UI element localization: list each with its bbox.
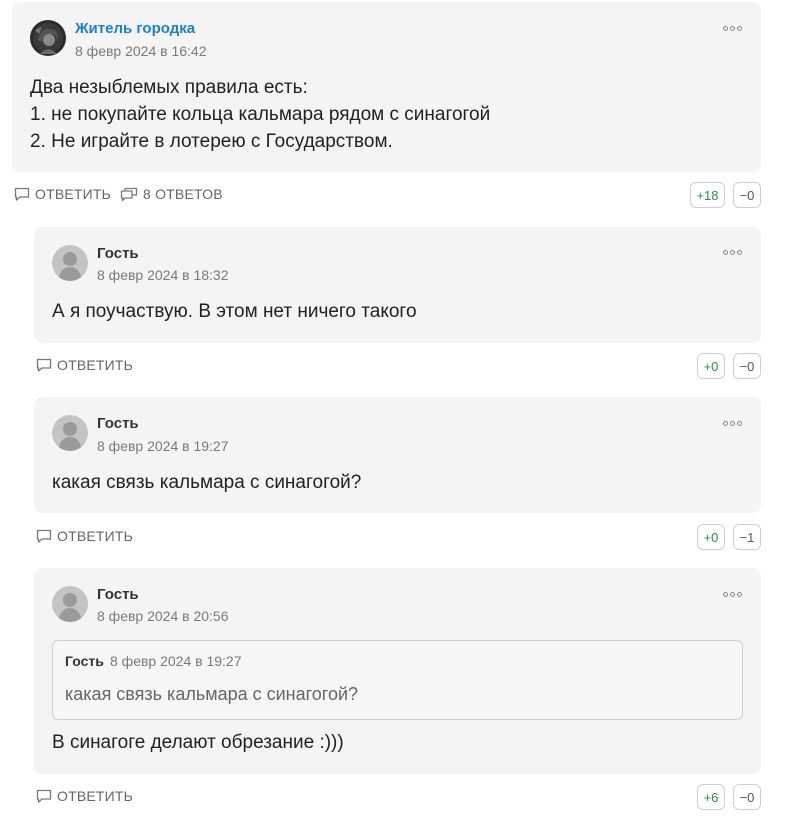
- downvote-button[interactable]: −1: [733, 524, 761, 550]
- comment-text-line: Два незыблемых правила есть:: [30, 77, 308, 98]
- downvote-button[interactable]: −0: [733, 182, 761, 208]
- speech-bubbles-icon: [120, 187, 138, 201]
- reply-card: Гость 8 февр 2024 в 18:32 А я поучаствую…: [34, 227, 761, 343]
- author-name: Гость: [97, 415, 139, 432]
- comment-date: 8 февр 2024 в 16:42: [75, 43, 207, 59]
- upvote-button[interactable]: +0: [697, 524, 725, 550]
- avatar[interactable]: [30, 20, 66, 56]
- reply-card: Гость 8 февр 2024 в 20:56 Гость 8 февр 2…: [34, 568, 761, 774]
- comment-date: 8 февр 2024 в 20:56: [97, 608, 229, 624]
- comment-text-line: 2. Не играйте в лотерею с Государством.: [30, 131, 393, 152]
- reply-label: ОТВЕТИТЬ: [57, 528, 134, 544]
- reply-card: Гость 8 февр 2024 в 19:27 какая связь ка…: [34, 397, 761, 513]
- comment-date: 8 февр 2024 в 18:32: [97, 267, 229, 283]
- quoted-text: какая связь кальмара с синагогой?: [65, 684, 359, 704]
- more-dots-icon[interactable]: [723, 23, 743, 35]
- reply-button[interactable]: ОТВЕТИТЬ: [36, 357, 133, 373]
- avatar[interactable]: [52, 415, 88, 451]
- more-dots-icon[interactable]: [723, 247, 743, 259]
- author-name[interactable]: Житель городка: [75, 20, 195, 37]
- comment-text: В синагоге делают обрезание :))): [52, 732, 344, 753]
- avatar[interactable]: [52, 245, 88, 281]
- more-dots-icon[interactable]: [723, 589, 743, 601]
- user-silhouette-icon: [58, 252, 82, 281]
- quoted-comment: Гость 8 февр 2024 в 19:27 какая связь ка…: [52, 640, 743, 720]
- reply-label: ОТВЕТИТЬ: [35, 186, 112, 202]
- quoted-date: 8 февр 2024 в 19:27: [110, 653, 242, 669]
- speech-bubble-icon: [14, 187, 30, 201]
- reply-label: ОТВЕТИТЬ: [57, 357, 134, 373]
- author-name: Гость: [97, 586, 139, 603]
- quoted-author: Гость: [65, 653, 104, 669]
- downvote-button[interactable]: −0: [733, 784, 761, 810]
- speech-bubble-icon: [36, 358, 52, 372]
- user-silhouette-icon: [58, 422, 82, 451]
- reply-label: ОТВЕТИТЬ: [57, 788, 134, 804]
- comment-text: какая связь кальмара с синагогой?: [52, 472, 362, 493]
- comment-text: А я поучаствую. В этом нет ничего такого: [52, 301, 417, 322]
- comment-date: 8 февр 2024 в 19:27: [97, 438, 229, 454]
- reply-button[interactable]: ОТВЕТИТЬ: [14, 186, 111, 202]
- reply-button[interactable]: ОТВЕТИТЬ: [36, 788, 133, 804]
- user-photo-icon: [30, 20, 66, 56]
- replies-count-label: 8 ОТВЕТОВ: [143, 186, 223, 202]
- upvote-button[interactable]: +0: [697, 353, 725, 379]
- speech-bubble-icon: [36, 789, 52, 803]
- author-name: Гость: [97, 245, 139, 262]
- user-silhouette-icon: [58, 593, 82, 622]
- comment-text-line: 1. не покупайте кольца кальмара рядом с …: [30, 104, 491, 125]
- speech-bubble-icon: [36, 529, 52, 543]
- downvote-button[interactable]: −0: [733, 353, 761, 379]
- reply-button[interactable]: ОТВЕТИТЬ: [36, 528, 133, 544]
- more-dots-icon[interactable]: [723, 418, 743, 430]
- show-replies-button[interactable]: 8 ОТВЕТОВ: [120, 186, 223, 202]
- upvote-button[interactable]: +18: [690, 182, 725, 208]
- avatar[interactable]: [52, 586, 88, 622]
- upvote-button[interactable]: +6: [697, 784, 725, 810]
- comment-card: Житель городка 8 февр 2024 в 16:42 Два н…: [12, 2, 761, 172]
